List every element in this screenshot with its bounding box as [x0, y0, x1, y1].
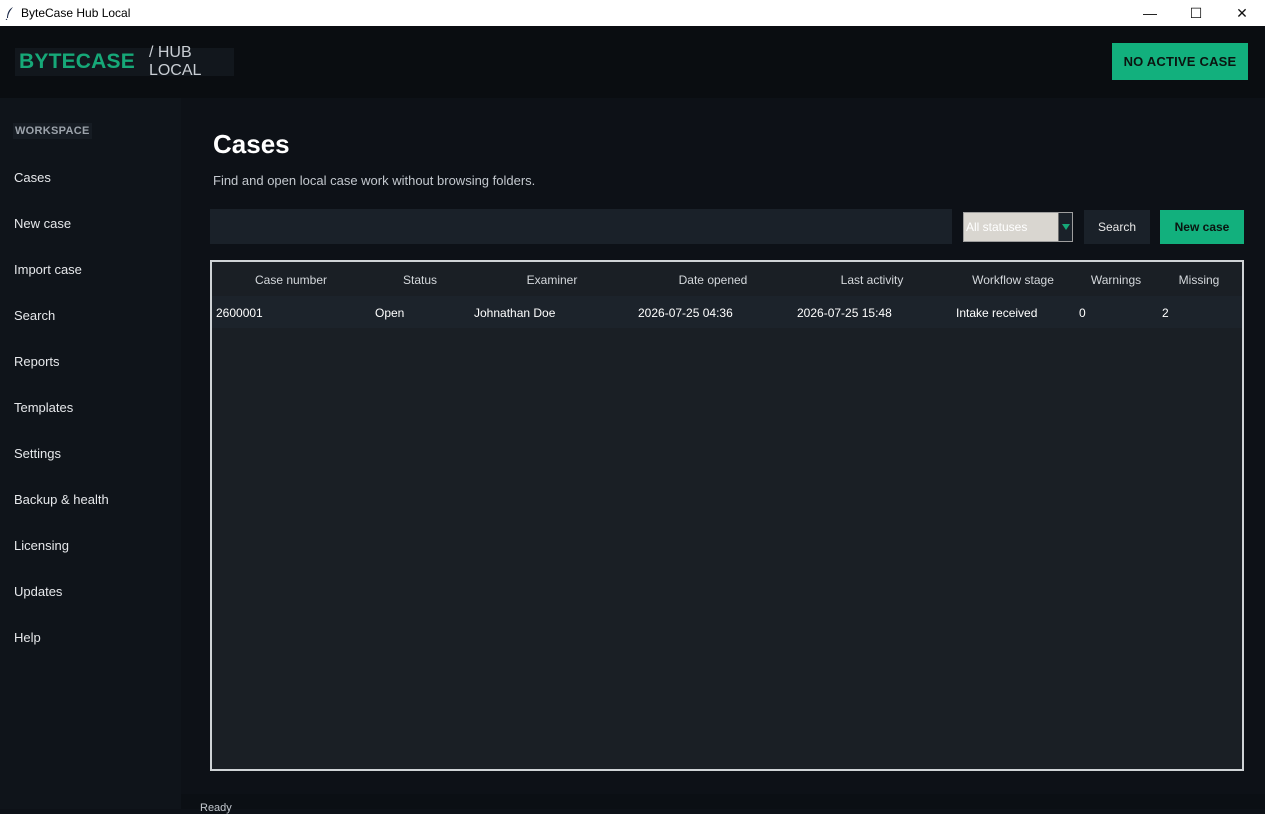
minimize-button[interactable]: —	[1127, 0, 1173, 26]
cases-table: Case number Status Examiner Date opened …	[210, 260, 1244, 771]
window-title: ByteCase Hub Local	[21, 6, 131, 20]
status-text: Ready	[200, 802, 232, 814]
table-header: Case number Status Examiner Date opened …	[212, 262, 1242, 296]
sidebar-item-cases[interactable]: Cases	[14, 170, 51, 185]
column-header-case-number[interactable]: Case number	[255, 273, 327, 287]
column-header-missing[interactable]: Missing	[1179, 273, 1220, 287]
column-header-warnings[interactable]: Warnings	[1091, 273, 1141, 287]
feather-icon	[0, 6, 20, 20]
sidebar-item-backup-health[interactable]: Backup & health	[14, 492, 109, 507]
page-subtitle: Find and open local case work without br…	[213, 173, 536, 188]
column-header-date-opened[interactable]: Date opened	[679, 273, 748, 287]
app-header: BYTECASE / HUB LOCAL NO ACTIVE CASE	[0, 26, 1265, 99]
maximize-button[interactable]: ☐	[1173, 0, 1219, 26]
cell-last-activity: 2026-07-25 15:48	[797, 306, 892, 320]
sidebar: WORKSPACE Cases New case Import case Sea…	[0, 98, 181, 809]
close-icon: ✕	[1236, 4, 1248, 21]
window-title-bar: ByteCase Hub Local — ☐ ✕	[0, 0, 1265, 26]
column-header-examiner[interactable]: Examiner	[527, 273, 578, 287]
sidebar-item-settings[interactable]: Settings	[14, 446, 61, 461]
status-bar: Ready	[181, 794, 1265, 814]
new-case-button[interactable]: New case	[1160, 210, 1244, 244]
cell-warnings: 0	[1079, 306, 1086, 320]
maximize-icon: ☐	[1189, 4, 1203, 21]
close-button[interactable]: ✕	[1219, 0, 1265, 26]
column-header-last-activity[interactable]: Last activity	[841, 273, 904, 287]
dropdown-arrow-icon[interactable]	[1058, 213, 1072, 241]
cell-workflow-stage: Intake received	[956, 306, 1038, 320]
sidebar-item-search[interactable]: Search	[14, 308, 55, 323]
cell-date-opened: 2026-07-25 04:36	[638, 306, 733, 320]
sidebar-item-new-case[interactable]: New case	[14, 216, 71, 231]
sidebar-item-import-case[interactable]: Import case	[14, 262, 82, 277]
active-case-button[interactable]: NO ACTIVE CASE	[1112, 43, 1248, 80]
brand-logo: BYTECASE / HUB LOCAL	[15, 44, 234, 79]
sidebar-section-title: WORKSPACE	[13, 123, 92, 139]
cell-examiner: Johnathan Doe	[474, 306, 556, 320]
brand-name: BYTECASE	[19, 50, 135, 73]
column-header-workflow-stage[interactable]: Workflow stage	[972, 273, 1054, 287]
table-row[interactable]: 2600001 Open Johnathan Doe 2026-07-25 04…	[212, 296, 1242, 328]
main-content: Cases Find and open local case work with…	[181, 98, 1265, 794]
sidebar-item-templates[interactable]: Templates	[14, 400, 73, 415]
cell-case-number: 2600001	[216, 306, 263, 320]
sidebar-item-licensing[interactable]: Licensing	[14, 538, 69, 553]
minimize-icon: —	[1143, 5, 1157, 21]
search-input[interactable]	[210, 209, 952, 244]
page-title: Cases	[213, 129, 290, 159]
status-filter-select[interactable]: All statuses	[963, 212, 1073, 242]
sidebar-item-reports[interactable]: Reports	[14, 354, 60, 369]
status-filter-value: All statuses	[966, 220, 1028, 234]
brand-subtitle: / HUB LOCAL	[148, 44, 202, 79]
search-button[interactable]: Search	[1084, 210, 1150, 244]
cell-status: Open	[375, 306, 405, 320]
column-header-status[interactable]: Status	[403, 273, 437, 287]
cell-missing: 2	[1162, 306, 1169, 320]
sidebar-item-help[interactable]: Help	[14, 630, 41, 645]
sidebar-item-updates[interactable]: Updates	[14, 584, 62, 599]
